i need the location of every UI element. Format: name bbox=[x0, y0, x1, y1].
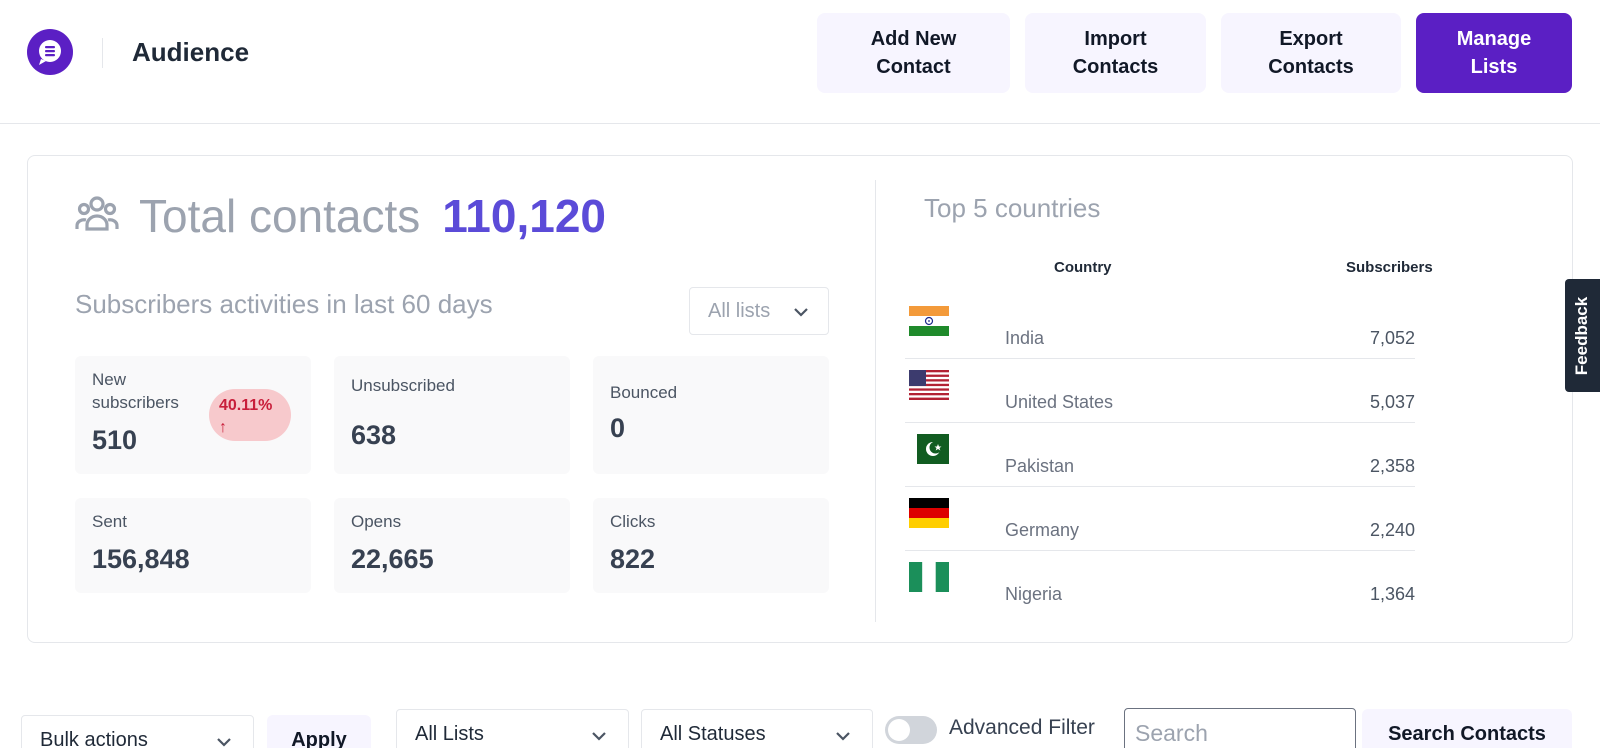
opens-card: Opens 22,665 bbox=[334, 498, 570, 593]
country-row: Pakistan 2,358 bbox=[905, 423, 1415, 487]
activity-title: Subscribers activities in last 60 days bbox=[75, 289, 493, 319]
new-subscribers-card: New subscribers 510 40.11% ↑ bbox=[75, 356, 311, 474]
opens-value: 22,665 bbox=[351, 544, 434, 574]
search-input[interactable] bbox=[1124, 708, 1356, 748]
country-column-header: Country bbox=[1054, 259, 1112, 276]
sent-value: 156,848 bbox=[92, 544, 190, 574]
import-contacts-button[interactable]: Import Contacts bbox=[1025, 13, 1206, 93]
total-contacts-value: 110,120 bbox=[442, 190, 607, 242]
status-filter-select[interactable]: All Statuses bbox=[641, 709, 873, 748]
search-contacts-label: Search Contacts bbox=[1388, 722, 1546, 745]
top-countries-title: Top 5 countries bbox=[924, 193, 1101, 223]
panel-divider bbox=[875, 180, 876, 622]
bounced-label: Bounced bbox=[610, 383, 678, 402]
sent-card: Sent 156,848 bbox=[75, 498, 311, 593]
chevron-down-icon bbox=[794, 308, 808, 317]
add-new-contact-button[interactable]: Add New Contact bbox=[817, 13, 1010, 93]
bulk-actions-select[interactable]: Bulk actions bbox=[21, 715, 254, 748]
country-name: India bbox=[1005, 328, 1045, 348]
arrow-up-icon: ↑ bbox=[219, 419, 227, 436]
export-contacts-button[interactable]: Export Contacts bbox=[1221, 13, 1401, 93]
india-flag-icon bbox=[909, 306, 949, 336]
unsubscribed-value: 638 bbox=[351, 420, 397, 450]
nigeria-flag-icon bbox=[909, 562, 949, 592]
toggle-knob bbox=[888, 719, 910, 741]
advanced-filter-toggle[interactable] bbox=[885, 716, 937, 744]
apply-button[interactable]: Apply bbox=[267, 715, 371, 748]
country-name: Nigeria bbox=[1005, 584, 1063, 604]
chevron-down-icon bbox=[592, 732, 606, 741]
lists-filter-value: All Lists bbox=[415, 722, 484, 745]
stats-panel: Total contacts 110,120 Subscribers activ… bbox=[27, 155, 1573, 643]
page-header: Audience Add New Contact Import Contacts… bbox=[0, 0, 1600, 124]
lists-filter-select[interactable]: All Lists bbox=[396, 709, 629, 748]
bounced-card: Bounced 0 bbox=[593, 356, 829, 474]
sent-label: Sent bbox=[92, 512, 127, 531]
users-group-icon bbox=[75, 194, 119, 239]
subscribers-column-header: Subscribers bbox=[1346, 259, 1433, 276]
total-contacts-label: Total contacts bbox=[139, 190, 421, 242]
new-subscribers-label: New subscribers bbox=[92, 370, 179, 412]
country-subscriber-count: 1,364 bbox=[1369, 584, 1415, 604]
app-logo-icon[interactable] bbox=[27, 29, 73, 75]
clicks-card: Clicks 822 bbox=[593, 498, 829, 593]
import-contacts-label: Import Contacts bbox=[1072, 28, 1159, 78]
activity-list-select[interactable]: All lists bbox=[689, 287, 829, 335]
country-row: Nigeria 1,364 bbox=[905, 551, 1415, 615]
unsubscribed-card: Unsubscribed 638 bbox=[334, 356, 570, 474]
header-divider bbox=[102, 38, 103, 68]
country-name: Germany bbox=[1005, 520, 1080, 540]
add-new-contact-label: Add New Contact bbox=[870, 28, 957, 78]
country-subscriber-count: 2,358 bbox=[1369, 456, 1415, 476]
manage-lists-label: Manage Lists bbox=[1456, 28, 1532, 78]
advanced-filter-label: Advanced Filter bbox=[949, 716, 1095, 739]
country-name: United States bbox=[1005, 392, 1114, 412]
country-row: India 7,052 bbox=[905, 295, 1415, 359]
country-subscriber-count: 7,052 bbox=[1369, 328, 1415, 348]
country-row: Germany 2,240 bbox=[905, 487, 1415, 551]
opens-label: Opens bbox=[351, 512, 402, 531]
chevron-down-icon bbox=[217, 738, 231, 747]
export-contacts-label: Export Contacts bbox=[1268, 28, 1354, 78]
chevron-down-icon bbox=[836, 732, 850, 741]
apply-label: Apply bbox=[291, 728, 347, 748]
country-row: United States 5,037 bbox=[905, 359, 1415, 423]
country-subscriber-count: 5,037 bbox=[1369, 392, 1415, 412]
pakistan-flag-icon bbox=[917, 434, 949, 464]
growth-badge: 40.11% ↑ bbox=[209, 389, 291, 441]
unsubscribed-label: Unsubscribed bbox=[351, 376, 455, 395]
country-subscriber-count: 2,240 bbox=[1369, 520, 1415, 540]
activity-list-select-value: All lists bbox=[708, 299, 771, 322]
growth-badge-percent: 40.11% bbox=[219, 397, 273, 414]
clicks-value: 822 bbox=[610, 544, 656, 574]
country-name: Pakistan bbox=[1005, 456, 1075, 476]
feedback-label: Feedback bbox=[1572, 296, 1592, 375]
total-contacts: Total contacts 110,120 bbox=[75, 186, 606, 246]
bounced-value: 0 bbox=[610, 413, 626, 443]
us-flag-icon bbox=[909, 370, 949, 400]
feedback-tab[interactable]: Feedback bbox=[1565, 279, 1600, 392]
bulk-actions-value: Bulk actions bbox=[40, 728, 148, 748]
new-subscribers-value: 510 bbox=[92, 425, 138, 455]
status-filter-value: All Statuses bbox=[660, 722, 766, 745]
germany-flag-icon bbox=[909, 498, 949, 528]
search-contacts-button[interactable]: Search Contacts bbox=[1362, 709, 1572, 748]
manage-lists-button[interactable]: Manage Lists bbox=[1416, 13, 1572, 93]
page-title: Audience bbox=[132, 37, 250, 67]
clicks-label: Clicks bbox=[610, 512, 656, 531]
